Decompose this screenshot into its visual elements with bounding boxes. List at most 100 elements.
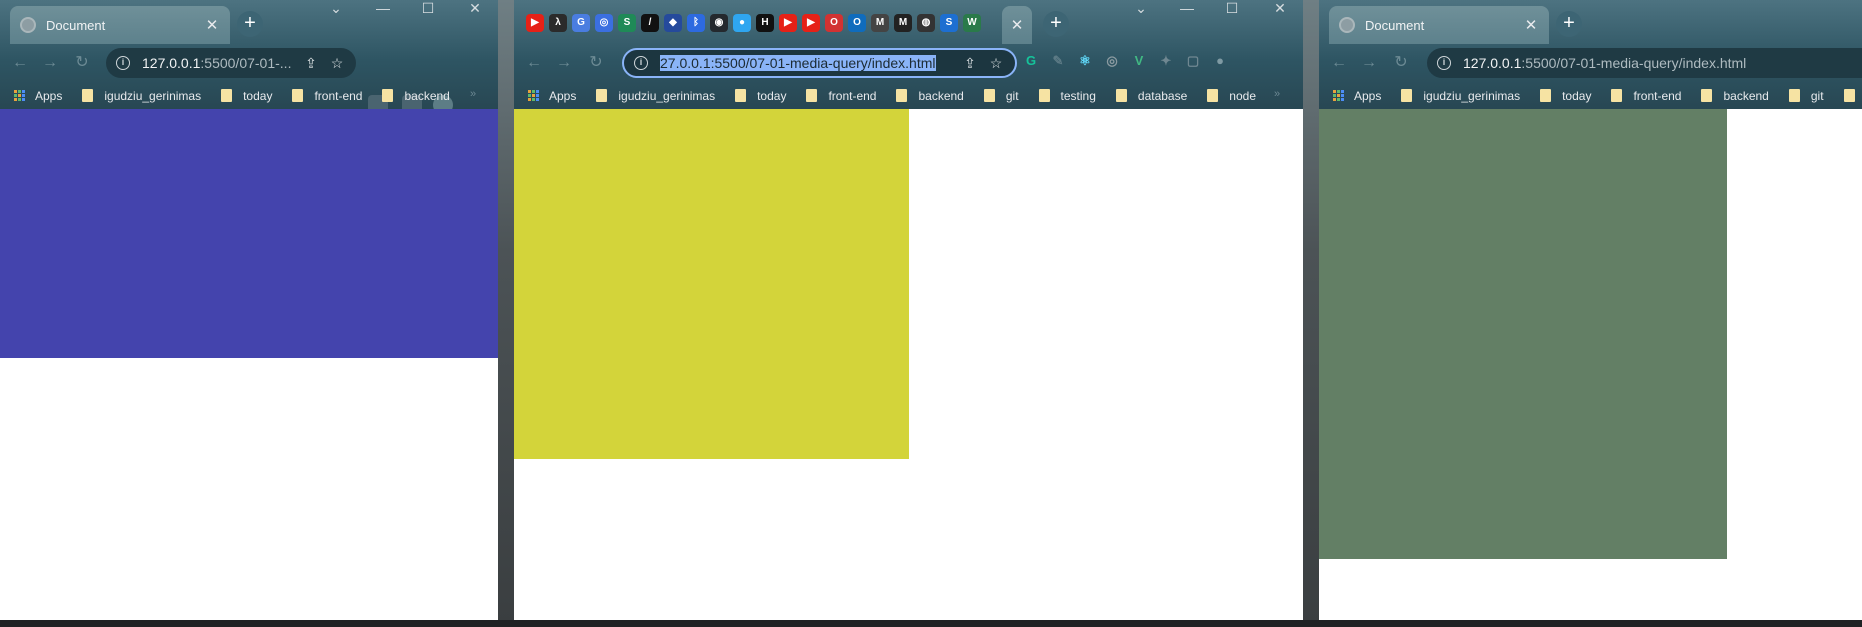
bookmark-folder[interactable]: testing	[1038, 88, 1096, 103]
chevron-down-icon[interactable]: ⌄	[313, 0, 359, 18]
forward-button[interactable]: →	[554, 53, 574, 73]
edge-icon[interactable]: ●	[733, 14, 751, 32]
bookmark-folder[interactable]: today	[1540, 89, 1591, 103]
bookmark-folder[interactable]	[1843, 89, 1862, 102]
grammarly-icon[interactable]: G	[1022, 52, 1040, 70]
reload-button[interactable]: ↻	[586, 53, 606, 73]
share-icon[interactable]: ⇪	[302, 55, 320, 72]
bookmark-folder[interactable]: git	[983, 89, 1019, 103]
new-tab-button[interactable]: +	[1556, 11, 1582, 37]
info-icon[interactable]: i	[116, 56, 130, 70]
bookmark-folder[interactable]: git	[1788, 89, 1824, 103]
pen-icon[interactable]: ✎	[1049, 52, 1067, 70]
forward-button[interactable]: →	[40, 53, 60, 73]
github-icon[interactable]: ◉	[710, 14, 728, 32]
bookmark-folder[interactable]: igudziu_gerinimas	[82, 89, 201, 103]
slash-icon[interactable]: /	[641, 14, 659, 32]
bookmark-folder[interactable]: backend	[382, 89, 450, 103]
minimize-button[interactable]: —	[1164, 0, 1210, 18]
bookmark-folder[interactable]: front-end	[292, 89, 362, 103]
back-button[interactable]: ←	[524, 53, 544, 73]
s-icon[interactable]: S	[618, 14, 636, 32]
bookmark-folder[interactable]: today	[221, 89, 272, 103]
bookmark-folder[interactable]: backend	[896, 89, 964, 103]
bluetooth-icon[interactable]: ᛒ	[687, 14, 705, 32]
back-button[interactable]: ←	[10, 53, 30, 73]
minimize-button[interactable]: —	[360, 0, 406, 18]
address-bar[interactable]: i 27.0.0.1:5500/07-01-media-query/index.…	[622, 48, 1017, 78]
s-blue-icon[interactable]: S	[940, 14, 958, 32]
bookmark-folder[interactable]: front-end	[1611, 89, 1681, 103]
close-tab-icon[interactable]: ✕	[1523, 16, 1539, 34]
bookmark-apps[interactable]: Apps	[528, 89, 576, 103]
maximize-button[interactable]: ☐	[405, 0, 451, 18]
tab-bar: ▶ λ G ◎ S / ◆ ᛒ ◉ ● H ▶ ▶ O O M M ◍ S W ✕ + ⌄ — ☐ ✕	[514, 0, 1303, 44]
bookmark-folder[interactable]: front-end	[806, 89, 876, 103]
new-tab-button[interactable]: +	[1043, 11, 1069, 37]
reload-button[interactable]: ↻	[1391, 53, 1411, 73]
bookmark-apps[interactable]: Apps	[14, 89, 62, 103]
opera-icon[interactable]: O	[825, 14, 843, 32]
page-viewport	[0, 109, 498, 620]
square-icon[interactable]: ▢	[1184, 52, 1202, 70]
chrome-icon[interactable]: ◎	[595, 14, 613, 32]
close-tab-icon[interactable]: ✕	[1009, 16, 1025, 34]
bookmark-folder[interactable]: igudziu_gerinimas	[1401, 89, 1520, 103]
bot-icon[interactable]: ◍	[917, 14, 935, 32]
address-bar[interactable]: i 127.0.0.1:5500/07-01-... ⇪ ☆	[106, 48, 356, 78]
bookmark-folder[interactable]: database	[1115, 89, 1187, 103]
info-icon[interactable]: i	[1437, 56, 1451, 70]
folder-icon	[82, 89, 94, 102]
translate-icon[interactable]: G	[572, 14, 590, 32]
forward-button[interactable]: →	[1359, 53, 1379, 73]
star-icon[interactable]: ☆	[328, 55, 346, 72]
m-icon[interactable]: M	[894, 14, 912, 32]
page-viewport	[514, 109, 1303, 620]
bookmark-apps[interactable]: Apps	[1333, 89, 1381, 103]
reload-button[interactable]: ↻	[72, 53, 92, 73]
star-icon[interactable]: ☆	[987, 55, 1005, 72]
tab-document[interactable]: Document ✕	[10, 6, 230, 44]
bookmark-folder[interactable]: igudziu_gerinimas	[596, 89, 715, 103]
toolbar: ← → ↻ i 27.0.0.1:5500/07-01-media-query/…	[514, 44, 1303, 82]
close-window-button[interactable]: ✕	[1257, 0, 1303, 18]
w-icon[interactable]: W	[963, 14, 981, 32]
avatar[interactable]: ●	[1211, 52, 1229, 70]
address-bar[interactable]: i 127.0.0.1:5500/07-01-media-query/index…	[1427, 48, 1862, 78]
bookmarks-overflow-icon[interactable]: »	[1274, 88, 1280, 100]
bookmark-folder[interactable]: today	[735, 89, 786, 103]
share-icon[interactable]: ⇪	[961, 55, 979, 72]
bookmark-folder[interactable]: node	[1207, 89, 1256, 103]
react-icon[interactable]: ⚛	[1076, 52, 1094, 70]
close-tab-icon[interactable]: ✕	[204, 16, 220, 34]
browser-window-right: Document ✕ + ← → ↻ i 127.0.0.1:5500/07-0…	[1319, 0, 1862, 620]
vue-icon[interactable]: V	[1130, 52, 1148, 70]
blue-icon[interactable]: ◆	[664, 14, 682, 32]
bookmarks-overflow-icon[interactable]: »	[470, 88, 476, 100]
desktop-background	[1303, 0, 1319, 627]
close-window-button[interactable]: ✕	[452, 0, 498, 18]
target-icon[interactable]: ◎	[1103, 52, 1121, 70]
maximize-button[interactable]: ☐	[1209, 0, 1255, 18]
lambda-icon[interactable]: λ	[549, 14, 567, 32]
outlook-icon[interactable]: O	[848, 14, 866, 32]
bookmark-label: today	[1562, 88, 1592, 103]
folder-icon	[1788, 89, 1800, 102]
youtube-icon[interactable]: ▶	[526, 14, 544, 32]
back-button[interactable]: ←	[1329, 53, 1349, 73]
youtube-icon[interactable]: ▶	[802, 14, 820, 32]
youtube-icon[interactable]: ▶	[779, 14, 797, 32]
tab-bar: Document ✕ +	[1319, 0, 1862, 44]
apps-icon	[14, 89, 26, 102]
h-icon[interactable]: H	[756, 14, 774, 32]
page-viewport	[1319, 109, 1862, 620]
puzzle-icon[interactable]: ✦	[1157, 52, 1175, 70]
bookmark-folder[interactable]: backend	[1701, 89, 1769, 103]
new-tab-button[interactable]: +	[237, 11, 263, 37]
tab-document[interactable]: Document ✕	[1329, 6, 1549, 44]
chevron-down-icon[interactable]: ⌄	[1118, 0, 1164, 18]
tab-active[interactable]: ✕	[1002, 6, 1032, 44]
info-icon[interactable]: i	[634, 56, 648, 70]
gmail-icon[interactable]: M	[871, 14, 889, 32]
bookmark-label: testing	[1060, 88, 1096, 103]
